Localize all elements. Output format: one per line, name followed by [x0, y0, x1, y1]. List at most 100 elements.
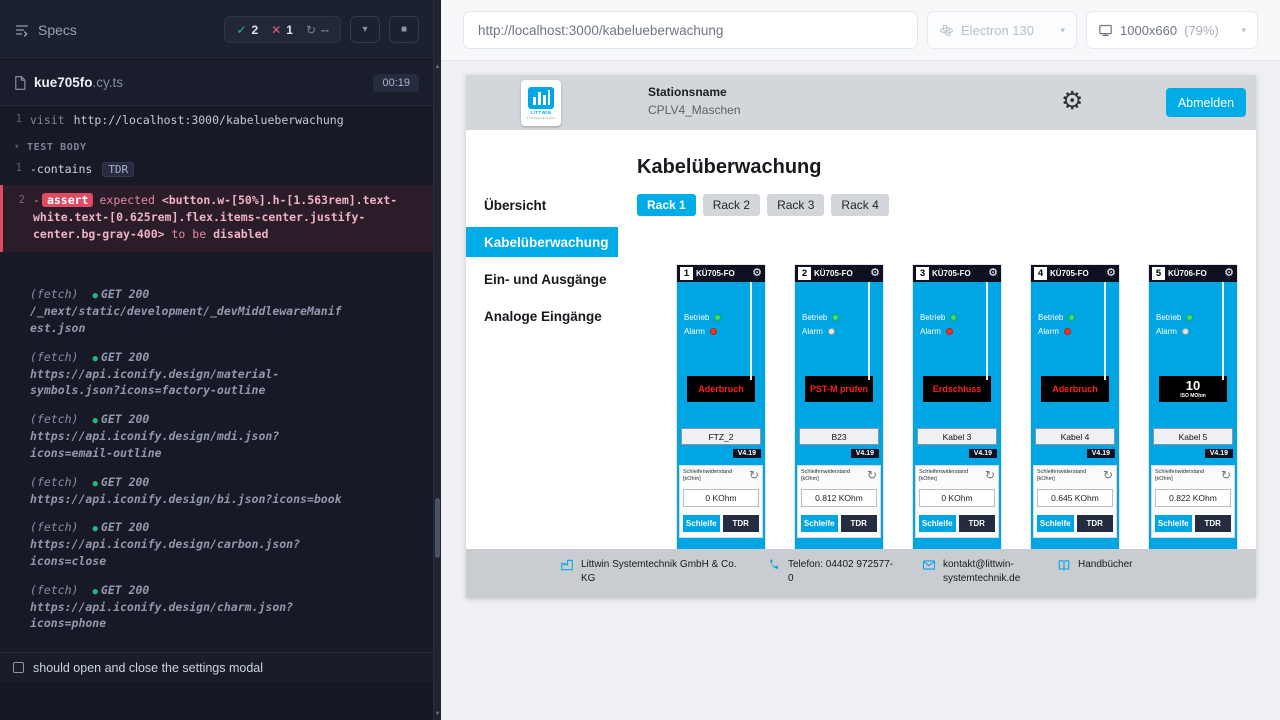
network-log-entry[interactable]: (fetch)●GET 200 https://api.iconify.desi…: [0, 519, 360, 569]
refresh-icon[interactable]: ↻: [985, 469, 995, 481]
browser-select[interactable]: Electron 130 ▾: [927, 11, 1077, 49]
tab-rack-3[interactable]: Rack 3: [767, 194, 824, 216]
footer-manuals[interactable]: Handbücher: [1057, 558, 1132, 572]
next-test-title[interactable]: should open and close the settings modal: [0, 652, 433, 682]
refresh-icon: ↻: [306, 23, 316, 37]
measurement-value: 0 KOhm: [683, 489, 759, 507]
scroll-thumb[interactable]: [435, 498, 440, 558]
refresh-icon[interactable]: ↻: [1103, 469, 1113, 481]
card-number: 3: [916, 267, 929, 280]
cable-schematic-line: [750, 282, 752, 380]
schleife-button[interactable]: Schleife: [683, 515, 720, 532]
assert-state: disabled: [213, 227, 268, 241]
tab-rack-2[interactable]: Rack 2: [703, 194, 760, 216]
url-bar: [463, 11, 918, 49]
firmware-version: V4.19: [969, 449, 997, 458]
refresh-icon[interactable]: ↻: [1221, 469, 1231, 481]
assert-badge: assert: [42, 193, 94, 207]
sidebar-item-kabelueberwachung[interactable]: Kabelüberwachung: [466, 227, 618, 257]
schleife-button[interactable]: Schleife: [919, 515, 956, 532]
page-title: Kabelüberwachung: [637, 156, 821, 179]
measurement-value: 0.645 KOhm: [1037, 489, 1113, 507]
rack-tabs: Rack 1 Rack 2 Rack 3 Rack 4: [637, 194, 889, 216]
footer-company: Littwin Systemtechnik GmbH & Co. KG: [560, 558, 739, 586]
cable-schematic-line: [986, 282, 988, 380]
sidebar-item-analoge-eingaenge[interactable]: Analoge Eingänge: [466, 301, 618, 331]
refresh-icon[interactable]: ↻: [749, 469, 759, 481]
command-visit[interactable]: 1 visithttp://localhost:3000/kabelueberw…: [0, 109, 433, 132]
alarm-led: [1182, 328, 1189, 335]
card-gear-icon[interactable]: ⚙: [1224, 268, 1234, 279]
cross-icon: ✕: [271, 23, 281, 37]
network-log-entry[interactable]: (fetch)●GET 200 https://api.iconify.desi…: [0, 349, 360, 399]
command-assert-failed[interactable]: 2 -assertexpected <button.w-[50%].h-[1.5…: [0, 185, 433, 253]
sidebar-item-ein-und-ausgaenge[interactable]: Ein- und Ausgänge: [466, 264, 618, 294]
spec-file-row[interactable]: kue705fo.cy.ts 00:19: [0, 60, 433, 106]
collapse-runner-button[interactable]: ▾: [350, 16, 380, 43]
device-card: 5 KÜ706-FO ⚙ Betrieb Alarm 10: [1149, 265, 1237, 549]
tab-rack-4[interactable]: Rack 4: [831, 194, 888, 216]
viewport-select[interactable]: 1000x660 (79%) ▾: [1086, 11, 1258, 49]
status-dot-icon: ●: [92, 291, 97, 301]
network-log-entry[interactable]: (fetch)●GET 200 https://api.iconify.desi…: [0, 474, 360, 508]
runner-scrollbar[interactable]: ▲ ▼: [433, 0, 441, 720]
assert-tobe: to be: [172, 227, 207, 241]
littwin-logo: LITTWIN SYSTEMTECHNIK: [521, 80, 561, 126]
tdr-button[interactable]: TDR: [723, 515, 760, 532]
status-display: Aderbruch: [1041, 376, 1109, 402]
cable-name: Kabel 5: [1153, 428, 1233, 445]
card-gear-icon[interactable]: ⚙: [870, 268, 880, 279]
network-log-entry[interactable]: (fetch)●GET 200 /_next/static/developmen…: [0, 286, 360, 336]
url-input[interactable]: [468, 23, 913, 38]
station-label: Stationsname: [648, 85, 741, 99]
cable-name: Kabel 3: [917, 428, 997, 445]
footer-phone: Telefon: 04402 972577-0: [767, 558, 894, 586]
command-name: visit: [30, 113, 65, 127]
card-number: 5: [1152, 267, 1165, 280]
refresh-icon[interactable]: ↻: [867, 469, 877, 481]
schleife-button[interactable]: Schleife: [801, 515, 838, 532]
status-display: Aderbruch: [687, 376, 755, 402]
spec-timer: 00:19: [373, 74, 419, 92]
schleife-button[interactable]: Schleife: [1037, 515, 1074, 532]
tdr-button[interactable]: TDR: [1195, 515, 1232, 532]
tab-rack-1[interactable]: Rack 1: [637, 194, 696, 216]
viewport-size: 1000x660: [1120, 23, 1177, 38]
scroll-up-arrow[interactable]: ▲: [434, 64, 441, 70]
specs-button[interactable]: Specs: [14, 22, 77, 38]
schleife-button[interactable]: Schleife: [1155, 515, 1192, 532]
measurement-panel: Schleifenwiderstand [kOhm] ↻ 0 KOhm Schl…: [915, 465, 999, 538]
tdr-button[interactable]: TDR: [1077, 515, 1114, 532]
settings-gear-icon[interactable]: ⚙: [1061, 85, 1083, 118]
footer-email[interactable]: kontakt@littwin-systemtechnik.de: [922, 558, 1029, 586]
test-stats: ✓2 ✕1 ↻--: [224, 16, 341, 43]
measurement-panel: Schleifenwiderstand [kOhm] ↻ 0.645 KOhm …: [1033, 465, 1117, 538]
device-cards: 1 KÜ705-FO ⚙ Betrieb Alarm Aderbruch: [677, 265, 1237, 549]
tdr-button[interactable]: TDR: [959, 515, 996, 532]
runner-header: Specs ✓2 ✕1 ↻-- ▾ ■: [0, 0, 433, 60]
tdr-button[interactable]: TDR: [841, 515, 878, 532]
device-card: 4 KÜ705-FO ⚙ Betrieb Alarm Aderbruch: [1031, 265, 1119, 549]
status-display: 10 ISO MOhm: [1159, 376, 1227, 402]
measurement-panel: Schleifenwiderstand [kOhm] ↻ 0.822 KOhm …: [1151, 465, 1235, 538]
scroll-down-arrow[interactable]: ▼: [434, 711, 441, 717]
status-dot-icon: ●: [92, 354, 97, 364]
command-arg: http://localhost:3000/kabelueberwachung: [74, 113, 344, 127]
network-log-entry[interactable]: (fetch)●GET 200 https://api.iconify.desi…: [0, 582, 360, 632]
app-footer: Littwin Systemtechnik GmbH & Co. KG Tele…: [466, 549, 1256, 598]
card-gear-icon[interactable]: ⚙: [1106, 268, 1116, 279]
fetch-url: https://api.iconify.design/material-symb…: [30, 367, 279, 398]
card-model: KÜ705-FO: [814, 269, 853, 278]
sidebar-item-uebersicht[interactable]: Übersicht: [466, 190, 618, 220]
stop-icon: ■: [401, 24, 407, 35]
status-dot-icon: ●: [92, 479, 97, 489]
card-gear-icon[interactable]: ⚙: [988, 268, 998, 279]
command-contains[interactable]: 1 -containsTDR: [0, 158, 433, 181]
card-gear-icon[interactable]: ⚙: [752, 268, 762, 279]
logout-button[interactable]: Abmelden: [1166, 88, 1246, 117]
network-log-entry[interactable]: (fetch)●GET 200 https://api.iconify.desi…: [0, 411, 360, 461]
test-body-section[interactable]: ▾ TEST BODY: [0, 132, 433, 158]
stop-tests-button[interactable]: ■: [389, 16, 419, 43]
firmware-version: V4.19: [1087, 449, 1115, 458]
station-info: Stationsname CPLV4_Maschen: [648, 85, 741, 117]
